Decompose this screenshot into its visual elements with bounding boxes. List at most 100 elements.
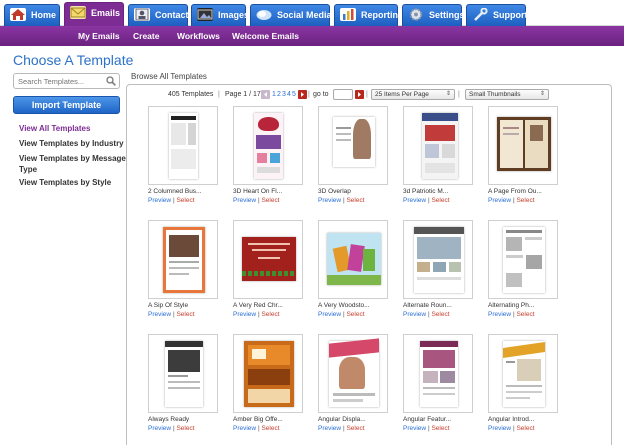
tab-home-label: Home [31, 10, 57, 20]
tab-images[interactable]: Images [191, 4, 250, 26]
preview-link[interactable]: Preview [148, 197, 171, 204]
select-link[interactable]: Select [261, 311, 279, 318]
subnav-workflows[interactable]: Workflows [177, 26, 220, 46]
tab-support[interactable]: Support [466, 4, 528, 26]
preview-link[interactable]: Preview [488, 311, 511, 318]
select-link[interactable]: Select [346, 311, 364, 318]
template-name: Always Ready [148, 416, 190, 423]
template-preview-image [503, 341, 545, 407]
template-thumbnail[interactable] [403, 106, 473, 185]
template-thumbnail[interactable] [148, 334, 218, 413]
select-link[interactable]: Select [516, 311, 534, 318]
select-link[interactable]: Select [176, 311, 194, 318]
search-templates-input[interactable] [13, 73, 120, 89]
template-preview-image [242, 237, 296, 281]
select-link[interactable]: Select [346, 425, 364, 432]
thumbnail-size-select[interactable]: Small Thumbnails ⇕ [465, 89, 549, 100]
template-preview-image [244, 341, 294, 407]
template-name: Angular Featur... [403, 416, 452, 423]
template-name: A Very Woodsto... [318, 302, 370, 309]
preview-link[interactable]: Preview [403, 311, 426, 318]
select-link[interactable]: Select [431, 311, 449, 318]
template-thumbnail[interactable] [233, 106, 303, 185]
subnav-welcome-emails[interactable]: Welcome Emails [232, 26, 299, 46]
items-per-page-select[interactable]: 25 Items Per Page ⇕ [371, 89, 455, 100]
template-thumbnail[interactable] [148, 106, 218, 185]
images-icon [197, 8, 213, 21]
tab-home[interactable]: Home [4, 4, 60, 26]
goto-page-input[interactable] [333, 89, 353, 100]
template-thumbnail[interactable] [233, 334, 303, 413]
template-name: 2 Columned Bus... [148, 188, 202, 195]
template-thumbnail[interactable] [233, 220, 303, 299]
tab-reporting-label: Reporting [361, 10, 404, 20]
subnav-create[interactable]: Create [133, 26, 159, 46]
template-preview-image [165, 341, 203, 407]
template-thumbnail[interactable] [318, 106, 388, 185]
sidebar-link-all-templates[interactable]: View All Templates [19, 124, 131, 135]
tab-emails-label: Emails [91, 8, 121, 18]
template-preview-image [254, 113, 283, 179]
select-link[interactable]: Select [261, 197, 279, 204]
tab-support-label: Support [493, 10, 528, 20]
pagination-bar: 405 Templates | Page 1 / 17 1 2 3 4 5 | … [168, 88, 558, 102]
tab-social-media[interactable]: Social Media [250, 4, 332, 26]
import-template-button[interactable]: Import Template [13, 96, 120, 114]
select-link[interactable]: Select [176, 197, 194, 204]
tab-images-label: Images [218, 10, 250, 20]
template-name: 3D Overlap [318, 188, 351, 195]
page-link-1[interactable]: 1 [272, 88, 276, 101]
tab-contacts[interactable]: Contacts [128, 4, 194, 26]
chevron-updown-icon: ⇕ [445, 91, 451, 97]
preview-link[interactable]: Preview [488, 197, 511, 204]
page-link-2[interactable]: 2 [277, 88, 281, 101]
email-subnav: My Emails Create Workflows Welcome Email… [0, 26, 624, 46]
sidebar-link-by-style[interactable]: View Templates by Style [19, 178, 131, 189]
preview-link[interactable]: Preview [318, 425, 341, 432]
template-thumbnail[interactable] [488, 106, 558, 185]
select-link[interactable]: Select [516, 425, 534, 432]
preview-link[interactable]: Preview [233, 425, 256, 432]
select-link[interactable]: Select [346, 197, 364, 204]
goto-arrow-icon[interactable] [355, 90, 364, 99]
preview-link[interactable]: Preview [403, 197, 426, 204]
page-link-3[interactable]: 3 [282, 88, 286, 101]
page-link-5[interactable]: 5 [292, 88, 296, 101]
preview-link[interactable]: Preview [488, 425, 511, 432]
template-thumbnail[interactable] [403, 220, 473, 299]
template-preview-image [420, 341, 458, 407]
subnav-my-emails[interactable]: My Emails [78, 26, 120, 46]
sidebar-link-by-industry[interactable]: View Templates by Industry [19, 139, 131, 150]
template-thumbnail[interactable] [488, 334, 558, 413]
template-name: Amber Big Offe... [233, 416, 283, 423]
select-link[interactable]: Select [431, 425, 449, 432]
template-thumbnail[interactable] [318, 220, 388, 299]
template-thumbnail[interactable] [488, 220, 558, 299]
search-icon[interactable] [106, 76, 116, 86]
preview-link[interactable]: Preview [233, 197, 256, 204]
preview-link[interactable]: Preview [148, 425, 171, 432]
template-name: 3d Patriotic M... [403, 188, 449, 195]
goto-label: go to [313, 91, 329, 98]
tab-settings[interactable]: Settings [402, 4, 465, 26]
template-thumbnail[interactable] [403, 334, 473, 413]
preview-link[interactable]: Preview [148, 311, 171, 318]
select-link[interactable]: Select [176, 425, 194, 432]
sidebar-link-by-message-type[interactable]: View Templates by Message Type [19, 154, 131, 175]
preview-link[interactable]: Preview [233, 311, 256, 318]
select-link[interactable]: Select [431, 197, 449, 204]
template-count: 405 Templates [168, 91, 214, 98]
select-link[interactable]: Select [516, 197, 534, 204]
tab-reporting[interactable]: Reporting [334, 4, 404, 26]
next-page-icon[interactable] [298, 90, 307, 99]
prev-page-icon[interactable] [261, 90, 270, 99]
template-thumbnail[interactable] [148, 220, 218, 299]
preview-link[interactable]: Preview [403, 425, 426, 432]
tab-emails[interactable]: Emails [64, 2, 124, 26]
page-link-4[interactable]: 4 [287, 88, 291, 101]
select-link[interactable]: Select [261, 425, 279, 432]
page-title: Choose A Template [13, 52, 134, 68]
template-thumbnail[interactable] [318, 334, 388, 413]
preview-link[interactable]: Preview [318, 311, 341, 318]
preview-link[interactable]: Preview [318, 197, 341, 204]
